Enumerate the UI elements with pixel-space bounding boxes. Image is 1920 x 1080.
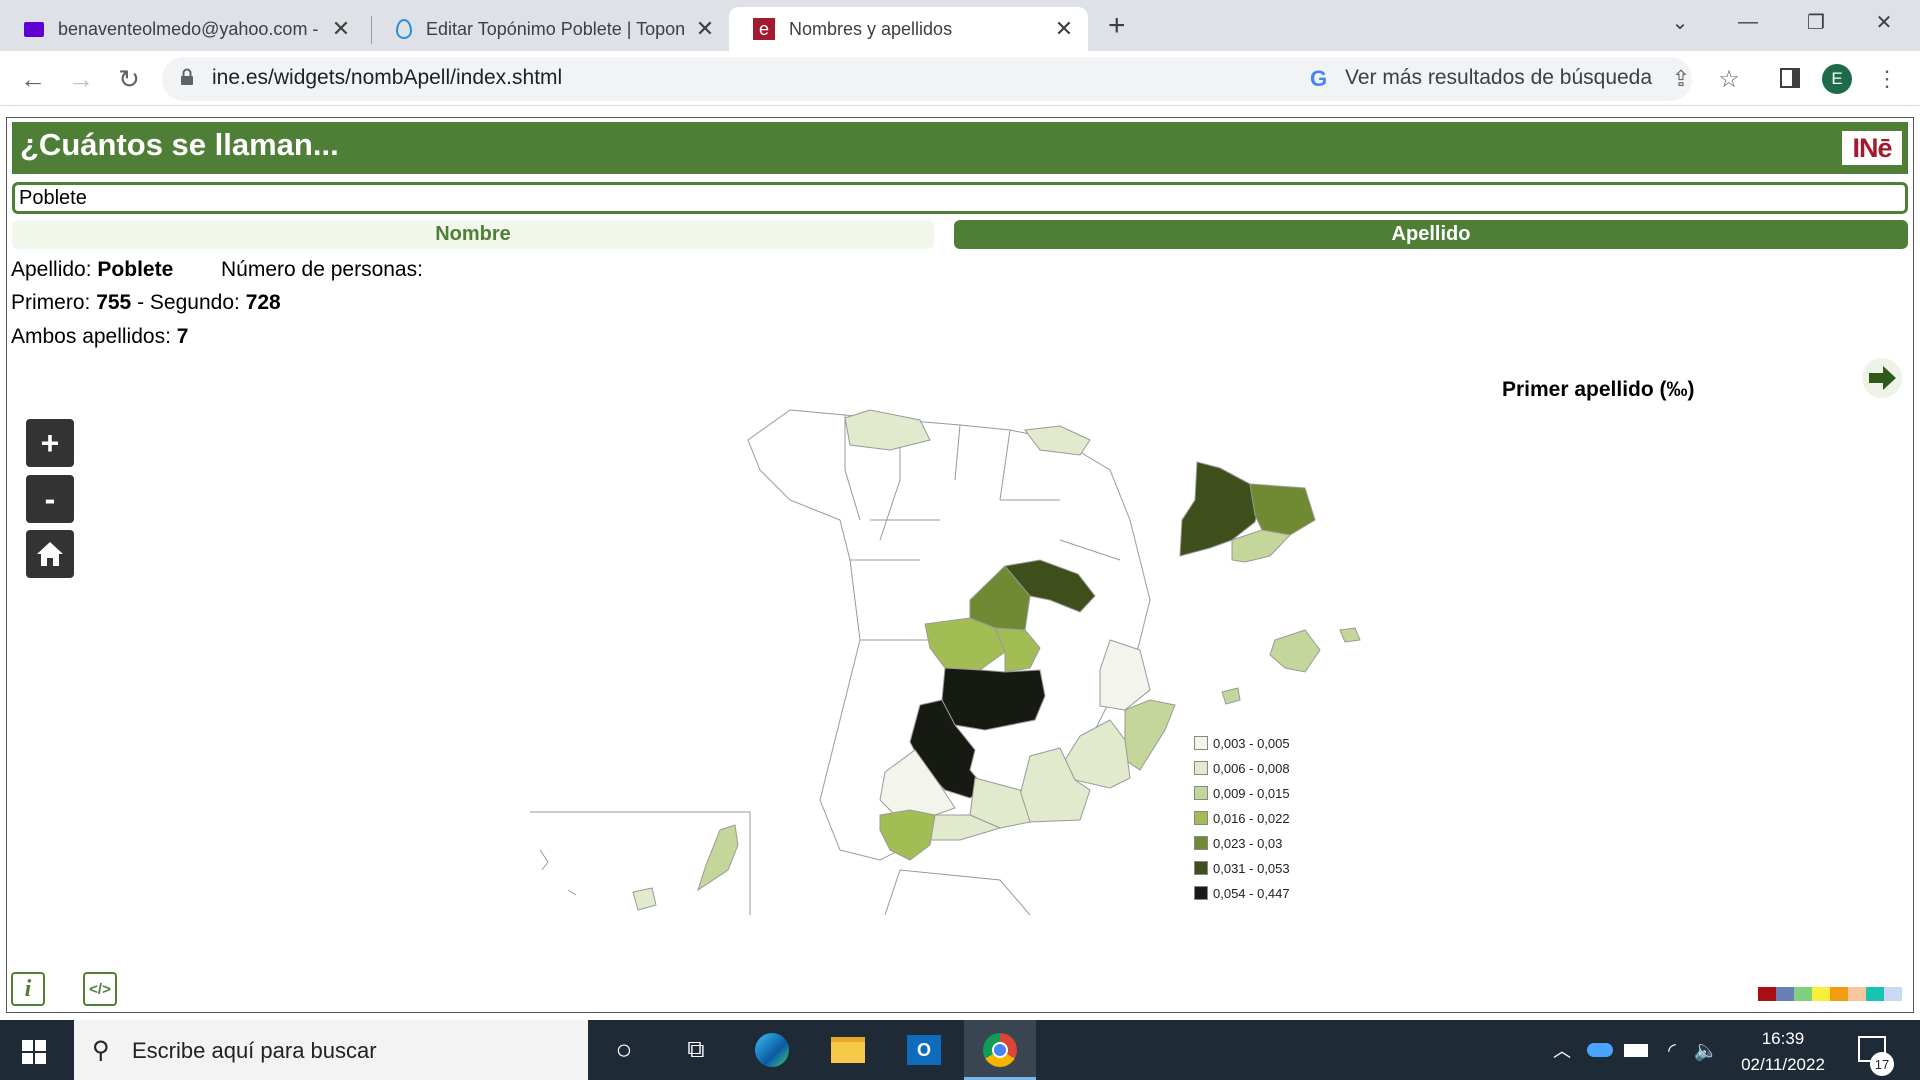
zoom-out-button[interactable]: - [26, 475, 74, 523]
close-icon[interactable]: ✕ [1052, 16, 1076, 42]
clock-date: 02/11/2022 [1741, 1055, 1825, 1074]
home-icon [37, 542, 63, 566]
search-input[interactable] [12, 182, 1908, 214]
primero-value: 755 [96, 291, 132, 314]
notification-count-badge: 17 [1870, 1052, 1894, 1076]
palette-swatch[interactable] [1776, 987, 1794, 1001]
search-icon: ⚲ [92, 1037, 110, 1064]
drupal-icon [396, 19, 412, 39]
segundo-value: 728 [245, 291, 281, 314]
outlook-icon[interactable]: O [902, 1028, 946, 1072]
legend-label: 0,016 - 0,022 [1213, 810, 1290, 826]
side-panel-icon[interactable] [1780, 68, 1800, 88]
legend-item: 0,054 - 0,447 [1194, 884, 1290, 902]
tab-label: Nombres y apellidos [789, 18, 953, 39]
windows-start-icon[interactable] [22, 1040, 46, 1064]
google-suggestion-chip[interactable]: Ver más resultados de búsqueda [1345, 66, 1652, 90]
result-ambos: Ambos apellidos: 7 [11, 325, 188, 349]
palette-swatch[interactable] [1830, 987, 1848, 1001]
next-arrow-icon[interactable] [1862, 358, 1902, 398]
tab-yahoo-mail[interactable]: benaventeolmedo@yahoo.com - ✕ [0, 7, 365, 51]
legend-label: 0,003 - 0,005 [1213, 735, 1290, 751]
taskbar-clock[interactable]: 16:39 02/11/2022 [1728, 1026, 1838, 1078]
page-title: ¿Cuántos se llaman... [20, 127, 339, 162]
new-tab-button[interactable]: + [1108, 9, 1126, 43]
legend-item: 0,006 - 0,008 [1194, 759, 1290, 777]
map-provinces-base [530, 409, 1151, 916]
legend-item: 0,031 - 0,053 [1194, 859, 1290, 877]
taskbar-search-placeholder[interactable]: Escribe aquí para buscar [132, 1038, 377, 1064]
legend-swatch [1194, 886, 1208, 900]
tab-label: benaventeolmedo@yahoo.com - [58, 18, 319, 39]
palette-swatch[interactable] [1848, 987, 1866, 1001]
tab-label: Editar Topónimo Poblete | Topon [426, 18, 686, 39]
legend-item: 0,023 - 0,03 [1194, 834, 1282, 852]
legend-swatch [1194, 736, 1208, 750]
file-explorer-icon[interactable] [826, 1028, 870, 1072]
window-close-icon[interactable]: ✕ [1856, 6, 1912, 38]
legend-item: 0,009 - 0,015 [1194, 784, 1290, 802]
mail-icon [24, 21, 44, 37]
info-icon[interactable]: i [11, 972, 45, 1006]
result-apellido: Apellido: Poblete [11, 258, 173, 282]
legend-swatch [1194, 861, 1208, 875]
numero-personas-label: Número de personas: [221, 258, 423, 281]
share-icon[interactable]: ⇪ [1664, 62, 1698, 96]
zoom-in-button[interactable]: + [26, 419, 74, 467]
google-icon: G [1310, 66, 1328, 91]
ine-logo[interactable]: INē [1842, 131, 1902, 165]
chrome-icon[interactable] [978, 1028, 1022, 1072]
tab-editar-toponimo[interactable]: Editar Topónimo Poblete | Topon ✕ [372, 7, 729, 51]
palette-swatch[interactable] [1884, 987, 1902, 1001]
tab-nombre[interactable]: Nombre [12, 220, 934, 249]
cortana-icon[interactable]: ○ [602, 1028, 646, 1072]
legend-label: 0,006 - 0,008 [1213, 760, 1290, 776]
forward-arrow-icon[interactable]: → [64, 62, 98, 96]
palette-swatch[interactable] [1794, 987, 1812, 1001]
profile-avatar[interactable]: E [1822, 64, 1852, 94]
embed-code-icon[interactable]: </> [83, 972, 117, 1006]
palette-swatch[interactable] [1812, 987, 1830, 1001]
ambos-value: 7 [176, 325, 189, 348]
legend-label: 0,031 - 0,053 [1213, 860, 1290, 876]
volume-icon[interactable]: 🔈 [1684, 1028, 1728, 1072]
legend-swatch [1194, 836, 1208, 850]
legend-label: 0,054 - 0,447 [1213, 885, 1290, 901]
legend-swatch [1194, 811, 1208, 825]
edge-icon[interactable] [750, 1028, 794, 1072]
primero-label: Primero: [11, 291, 91, 314]
tab-nombres-apellidos[interactable]: e Nombres y apellidos ✕ [729, 7, 1088, 51]
legend-swatch [1194, 761, 1208, 775]
palette-swatch[interactable] [1866, 987, 1884, 1001]
legend-label: 0,023 - 0,03 [1213, 835, 1283, 851]
back-arrow-icon[interactable]: ← [16, 62, 50, 96]
close-icon[interactable]: ✕ [693, 16, 717, 42]
legend-swatch [1194, 786, 1208, 800]
task-view-icon[interactable]: ⧉ [674, 1028, 718, 1072]
minimize-icon[interactable]: — [1720, 6, 1776, 38]
apellido-value: Poblete [97, 258, 174, 281]
tab-search-chevron-icon[interactable]: ⌄ [1652, 6, 1708, 38]
clock-time: 16:39 [1761, 1029, 1805, 1048]
ambos-label: Ambos apellidos: [11, 325, 171, 348]
legend-item: 0,016 - 0,022 [1194, 809, 1290, 827]
lock-icon[interactable] [180, 68, 194, 86]
segundo-label: - Segundo: [137, 291, 240, 314]
url-text[interactable]: ine.es/widgets/nombApell/index.shtml [212, 66, 562, 90]
legend-item: 0,003 - 0,005 [1194, 734, 1290, 752]
reload-icon[interactable]: ↻ [112, 62, 146, 96]
browser-menu-icon[interactable]: ⋮ [1870, 62, 1904, 96]
apellido-label: Apellido: [11, 258, 92, 281]
result-primero-segundo: Primero: 755 - Segundo: 728 [11, 291, 281, 315]
restore-icon[interactable]: ❐ [1788, 6, 1844, 38]
legend-label: 0,009 - 0,015 [1213, 785, 1290, 801]
home-button[interactable] [26, 530, 74, 578]
palette-swatch[interactable] [1758, 987, 1776, 1001]
ine-favicon-icon: e [753, 18, 775, 40]
bookmark-star-icon[interactable]: ☆ [1712, 62, 1746, 96]
tab-apellido[interactable]: Apellido [954, 220, 1908, 249]
map-title: Primer apellido (‰) [1502, 378, 1695, 401]
close-icon[interactable]: ✕ [329, 16, 353, 42]
